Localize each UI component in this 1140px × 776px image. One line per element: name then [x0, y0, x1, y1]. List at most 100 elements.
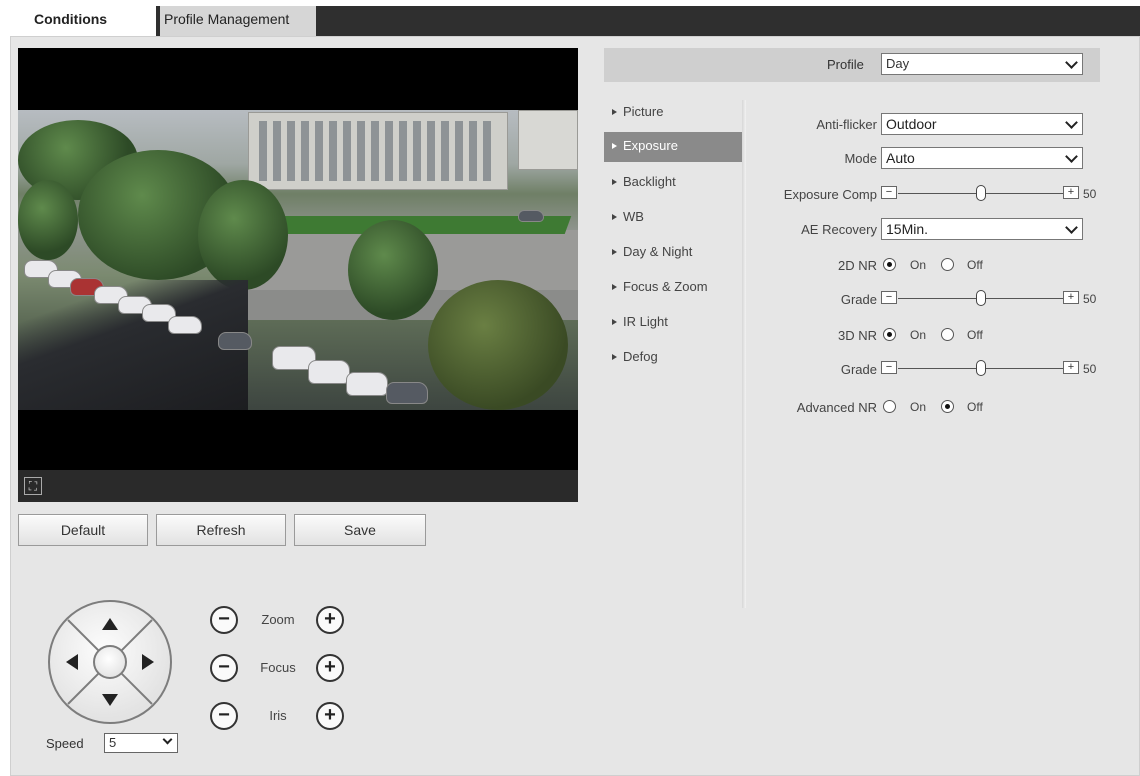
nr3d-off-radio[interactable] [941, 328, 954, 341]
tab-profile-management[interactable]: Profile Management [156, 6, 316, 36]
chevron-down-icon [1065, 56, 1078, 69]
nr2d-label: 2D NR [837, 258, 877, 273]
car [168, 316, 202, 334]
tree [198, 180, 288, 290]
iris-label: Iris [269, 708, 287, 723]
grade2d-label: Grade [840, 292, 877, 307]
menu-item-exposure[interactable]: Exposure [604, 132, 742, 162]
focus-far-button[interactable]: + [316, 654, 344, 682]
camera-image [18, 110, 578, 410]
nr2d-on-radio[interactable] [883, 258, 896, 271]
iris-close-button[interactable]: − [210, 702, 238, 730]
speed-label: Speed [46, 736, 84, 751]
live-video: ⛶ [18, 48, 578, 502]
menu-item-picture[interactable]: Picture [604, 98, 742, 128]
anti-flicker-label: Anti-flicker [816, 117, 877, 132]
ae-recovery-label: AE Recovery [801, 222, 877, 237]
car [218, 332, 252, 350]
nr3d-label: 3D NR [837, 328, 877, 343]
triangle-right-icon [612, 319, 617, 325]
menu-item-defog[interactable]: Defog [604, 343, 742, 373]
exposure-comp-minus-button[interactable]: − [881, 186, 897, 199]
tree [348, 220, 438, 320]
triangle-right-icon [612, 214, 617, 220]
tree [18, 180, 78, 260]
building [518, 110, 578, 170]
exposure-comp-value: 50 [1083, 187, 1097, 201]
grade3d-label: Grade [840, 362, 877, 377]
zoom-out-button[interactable]: − [210, 606, 238, 634]
exposure-comp-plus-button[interactable]: + [1063, 186, 1079, 199]
grade3d-minus-button[interactable]: − [881, 361, 897, 374]
chevron-down-icon [162, 734, 173, 745]
grade2d-minus-button[interactable]: − [881, 291, 897, 304]
refresh-button[interactable]: Refresh [156, 514, 286, 546]
mode-value: Auto [886, 150, 915, 166]
car [518, 210, 544, 222]
grade3d-slider-thumb[interactable] [976, 360, 986, 376]
nr2d-off-label: Off [967, 258, 983, 272]
menu-divider [742, 100, 746, 608]
mode-select[interactable]: Auto [881, 147, 1083, 169]
ptz-right-icon[interactable] [142, 654, 154, 670]
nr2d-on-label: On [910, 258, 927, 272]
grade2d-value: 50 [1083, 292, 1097, 306]
profile-label: Profile [827, 57, 864, 72]
nr3d-off-label: Off [967, 328, 983, 342]
speed-value: 5 [109, 735, 117, 750]
car [346, 372, 388, 396]
menu-item-wb[interactable]: WB [604, 203, 742, 233]
fullscreen-icon[interactable]: ⛶ [24, 477, 42, 495]
ptz-direction-pad [48, 600, 172, 724]
advanced-nr-on-label: On [910, 400, 927, 414]
iris-open-button[interactable]: + [316, 702, 344, 730]
ae-recovery-select[interactable]: 15Min. [881, 218, 1083, 240]
nr2d-off-radio[interactable] [941, 258, 954, 271]
triangle-right-icon [612, 284, 617, 290]
focus-label: Focus [260, 660, 296, 675]
triangle-right-icon [612, 354, 617, 360]
grade3d-plus-button[interactable]: + [1063, 361, 1079, 374]
default-button[interactable]: Default [18, 514, 148, 546]
grade2d-plus-button[interactable]: + [1063, 291, 1079, 304]
car [386, 382, 428, 404]
zoom-label: Zoom [261, 612, 295, 627]
profile-value: Day [886, 56, 910, 71]
menu-item-ir-light[interactable]: IR Light [604, 308, 742, 338]
triangle-right-icon [612, 249, 617, 255]
mode-label: Mode [844, 151, 877, 166]
ptz-up-icon[interactable] [102, 618, 118, 630]
nr3d-on-radio[interactable] [883, 328, 896, 341]
video-toolbar: ⛶ [18, 470, 578, 502]
exposure-comp-slider-thumb[interactable] [976, 185, 986, 201]
profile-select[interactable]: Day [881, 53, 1083, 75]
ptz-left-icon[interactable] [66, 654, 78, 670]
anti-flicker-select[interactable]: Outdoor [881, 113, 1083, 135]
triangle-right-icon [612, 109, 617, 115]
advanced-nr-label: Advanced NR [796, 400, 877, 415]
triangle-right-icon [612, 179, 617, 185]
menu-item-focus-zoom[interactable]: Focus & Zoom [604, 273, 742, 303]
triangle-right-icon [612, 143, 617, 149]
grade3d-value: 50 [1083, 362, 1097, 376]
tab-bar-fill [316, 6, 1140, 36]
zoom-in-button[interactable]: + [316, 606, 344, 634]
tab-bar: Conditions Profile Management [0, 0, 1140, 36]
speed-select[interactable]: 5 [104, 733, 178, 753]
advanced-nr-on-radio[interactable] [883, 400, 896, 413]
chevron-down-icon [1065, 221, 1078, 234]
save-button[interactable]: Save [294, 514, 426, 546]
car [308, 360, 350, 384]
ptz-down-icon[interactable] [102, 694, 118, 706]
advanced-nr-off-radio[interactable] [941, 400, 954, 413]
building [248, 112, 508, 190]
menu-item-backlight[interactable]: Backlight [604, 168, 742, 198]
menu-item-day-night[interactable]: Day & Night [604, 238, 742, 268]
focus-near-button[interactable]: − [210, 654, 238, 682]
ptz-center-button[interactable] [93, 645, 127, 679]
chevron-down-icon [1065, 150, 1078, 163]
chevron-down-icon [1065, 116, 1078, 129]
grade2d-slider-thumb[interactable] [976, 290, 986, 306]
advanced-nr-off-label: Off [967, 400, 983, 414]
tab-conditions[interactable]: Conditions [16, 6, 156, 36]
